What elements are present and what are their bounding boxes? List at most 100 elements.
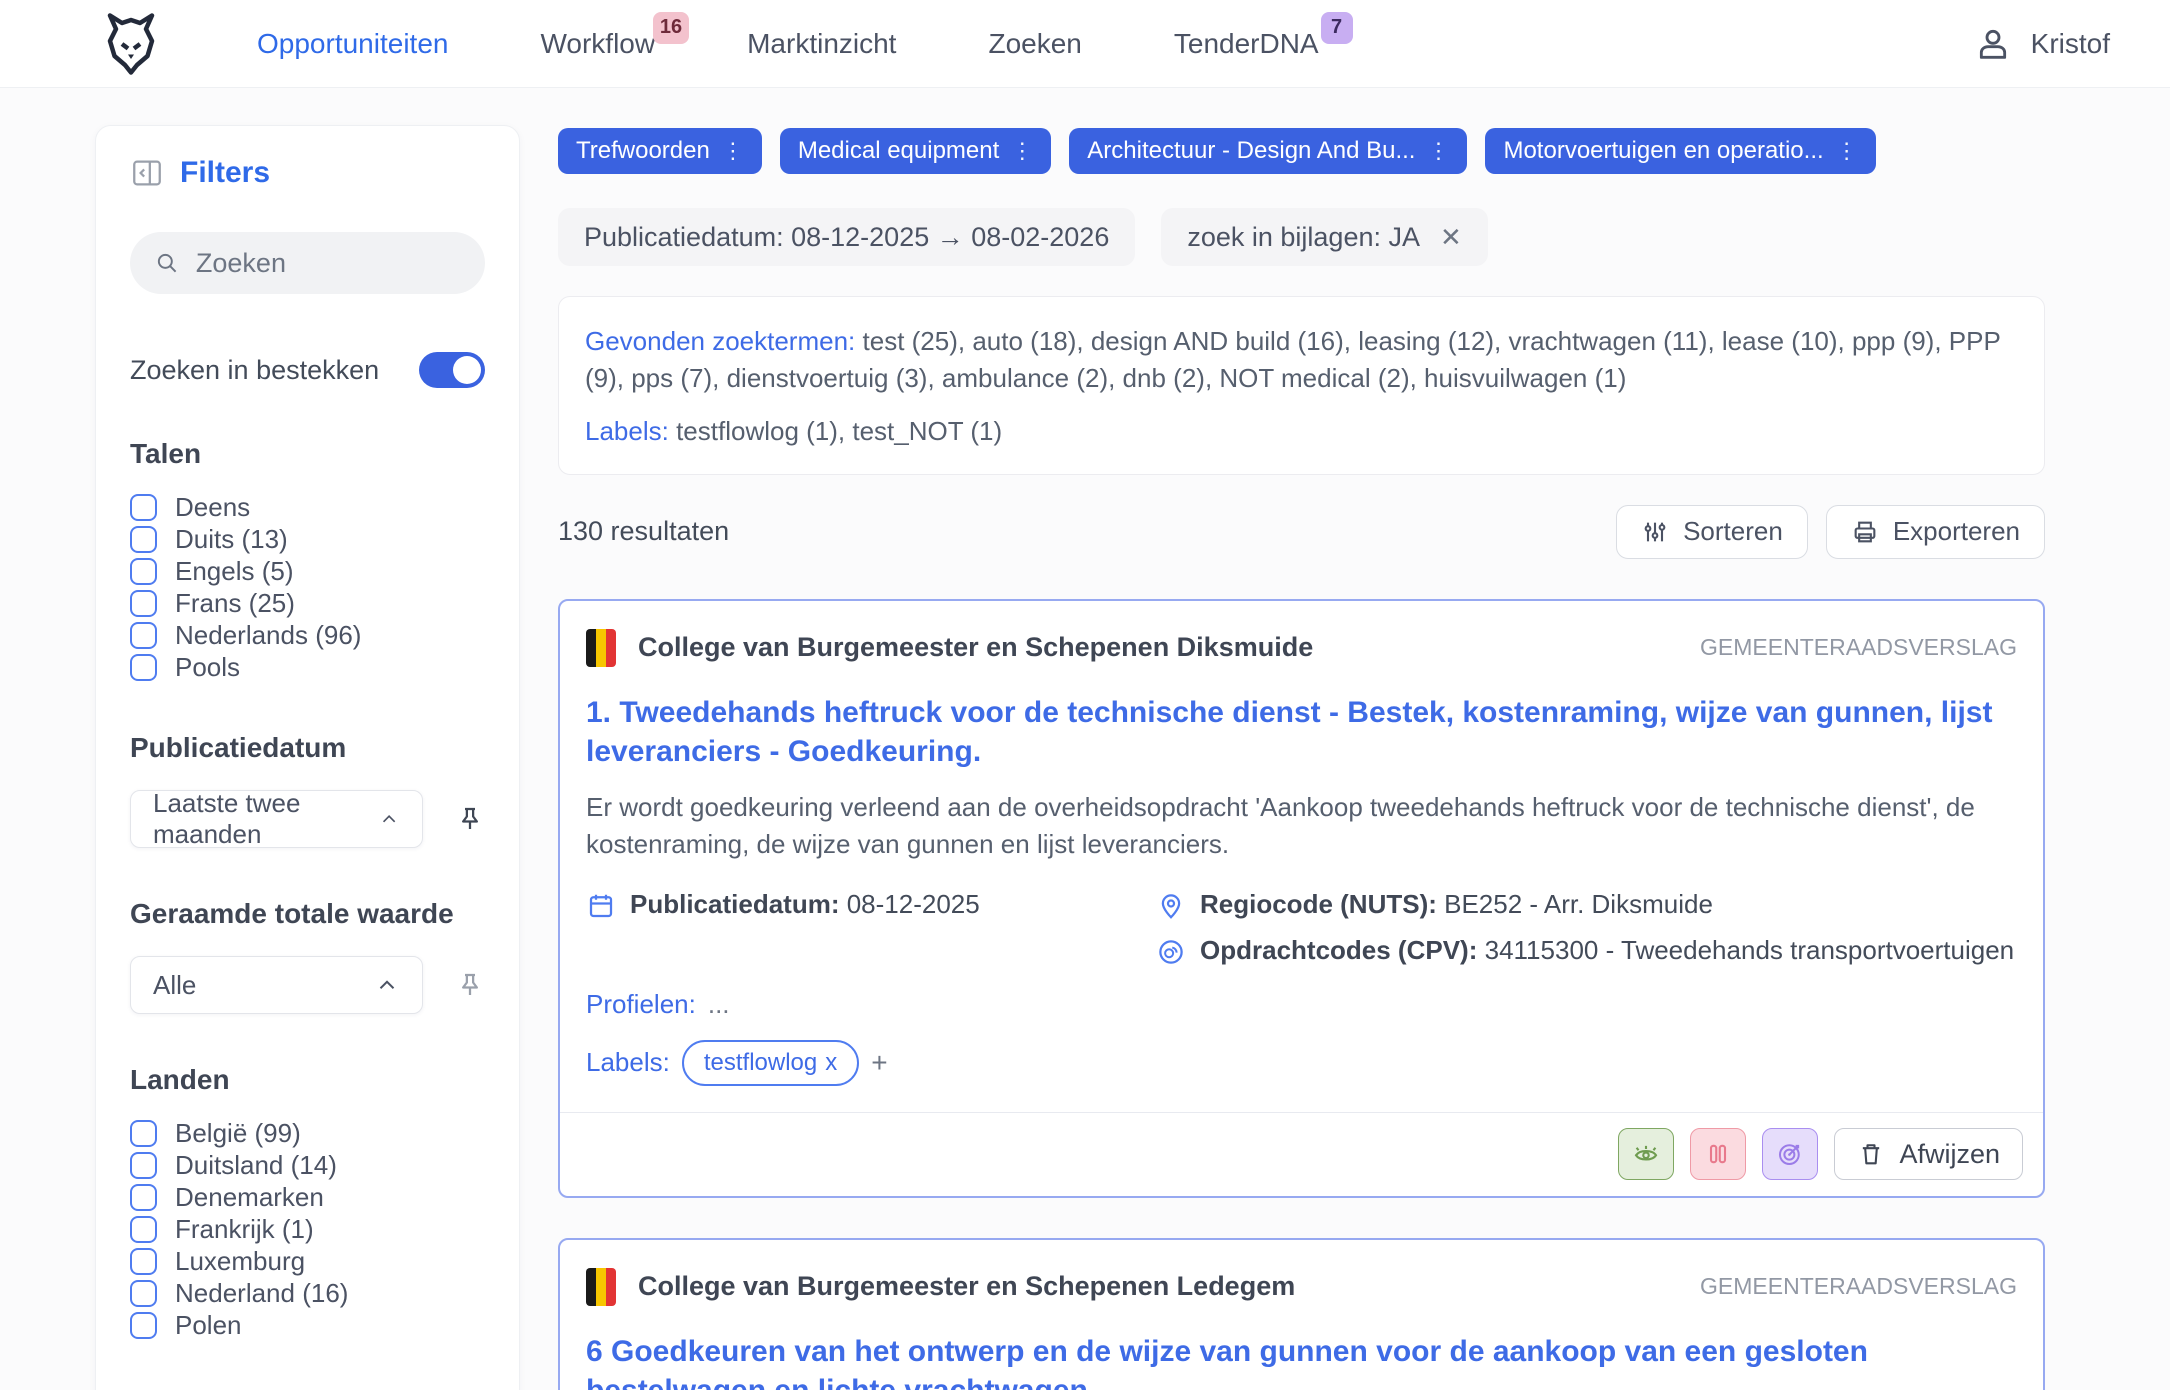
kebab-icon[interactable]: ⋮ (722, 140, 744, 162)
checkbox-duitsland[interactable]: Duitsland (14) (130, 1150, 485, 1180)
pub-date-value: 08-12-2025 (847, 889, 980, 919)
label-chip-testflowlog[interactable]: testflowlog x (682, 1040, 859, 1086)
checkbox-frans[interactable]: Frans (25) (130, 588, 485, 618)
result-card: College van Burgemeester en Schepenen Di… (558, 599, 2045, 1198)
filters-sidebar: Filters Zoeken in bestekken Talen Deens … (95, 125, 520, 1390)
belgium-flag-icon (586, 629, 616, 667)
user-menu[interactable]: Kristof (1973, 24, 2110, 64)
nuts-label: Regiocode (NUTS): (1200, 889, 1437, 919)
collapse-panel-icon[interactable] (130, 156, 164, 190)
talen-list: Deens Duits (13) Engels (5) Frans (25) N… (130, 492, 485, 682)
document-type: GEMEENTERAADSVERSLAG (1700, 1273, 2017, 1300)
talen-heading: Talen (130, 438, 485, 470)
chip-medical-equipment[interactable]: Medical equipment⋮ (780, 128, 1051, 174)
chip-motorvoertuigen[interactable]: Motorvoertuigen en operatio...⋮ (1485, 128, 1875, 174)
card-labels-label: Labels: (586, 1047, 670, 1078)
checkbox-polen[interactable]: Polen (130, 1310, 485, 1340)
nav-opportuniteiten[interactable]: Opportuniteiten (257, 28, 448, 60)
workflow-count-badge: 16 (653, 12, 689, 44)
checkbox-duits[interactable]: Duits (13) (130, 524, 485, 554)
nav-items: Opportuniteiten Workflow 16 Marktinzicht… (257, 28, 1319, 60)
search-icon (154, 248, 180, 278)
publicatiedatum-heading: Publicatiedatum (130, 732, 485, 764)
kebab-icon[interactable]: ⋮ (1011, 140, 1033, 162)
checkbox-denemarken[interactable]: Denemarken (130, 1182, 485, 1212)
attachments-pill[interactable]: zoek in bijlagen: JA ✕ (1161, 208, 1487, 266)
result-title-link[interactable]: 1. Tweedehands heftruck voor de technisc… (586, 693, 2017, 771)
pub-date-label: Publicatiedatum: (630, 889, 839, 919)
kebab-icon[interactable]: ⋮ (1427, 140, 1449, 162)
columns-icon (1704, 1140, 1732, 1168)
chevron-up-icon (378, 806, 400, 832)
result-title-link[interactable]: 6 Goedkeuren van het ontwerp en de wijze… (586, 1332, 2017, 1390)
search-summary-box: Gevonden zoektermen: test (25), auto (18… (558, 296, 2045, 475)
wolf-logo-icon[interactable] (95, 8, 167, 80)
profielen-label[interactable]: Profielen: (586, 989, 696, 1020)
publicatiedatum-dropdown[interactable]: Laatste twee maanden (130, 790, 423, 848)
chip-trefwoorden[interactable]: Trefwoorden⋮ (558, 128, 762, 174)
results-count: 130 resultaten (558, 516, 729, 547)
checkbox-nederlands[interactable]: Nederlands (96) (130, 620, 485, 650)
filter-pills: Publicatiedatum: 08-12-2025 → 08-02-2026… (558, 208, 2045, 266)
belgium-flag-icon (586, 1268, 616, 1306)
result-description: Er wordt goedkeuring verleend aan de ove… (586, 789, 2017, 863)
nav-zoeken[interactable]: Zoeken (988, 28, 1081, 60)
reject-button[interactable]: Afwijzen (1834, 1128, 2023, 1180)
target-button[interactable] (1762, 1128, 1818, 1180)
target-icon (1775, 1139, 1805, 1169)
top-navigation: Opportuniteiten Workflow 16 Marktinzicht… (0, 0, 2170, 88)
kanban-button[interactable] (1690, 1128, 1746, 1180)
kebab-icon[interactable]: ⋮ (1836, 140, 1858, 162)
nuts-value: BE252 - Arr. Diksmuide (1444, 889, 1713, 919)
organisation-name: College van Burgemeester en Schepenen Le… (638, 1271, 1295, 1302)
user-name: Kristof (2031, 28, 2110, 60)
sort-button[interactable]: Sorteren (1616, 505, 1808, 559)
cpv-code-icon (1156, 937, 1186, 967)
landen-heading: Landen (130, 1064, 485, 1096)
results-main: Trefwoorden⋮ Medical equipment⋮ Architec… (558, 128, 2045, 1390)
geraamde-waarde-dropdown[interactable]: Alle (130, 956, 423, 1014)
chevron-up-icon (374, 972, 400, 998)
user-icon (1973, 24, 2013, 64)
checkbox-engels[interactable]: Engels (5) (130, 556, 485, 586)
date-range-pill[interactable]: Publicatiedatum: 08-12-2025 → 08-02-2026 (558, 208, 1135, 266)
calendar-icon (586, 891, 616, 921)
eye-icon (1631, 1139, 1661, 1169)
zoektermen-label[interactable]: Gevonden zoektermen: (585, 326, 855, 356)
export-button[interactable]: Exporteren (1826, 505, 2045, 559)
checkbox-luxemburg[interactable]: Luxemburg (130, 1246, 485, 1276)
result-card: College van Burgemeester en Schepenen Le… (558, 1238, 2045, 1390)
organisation-name: College van Burgemeester en Schepenen Di… (638, 632, 1313, 663)
cpv-value: 34115300 - Tweedehands transportvoertuig… (1485, 935, 2015, 965)
nav-marktinzicht[interactable]: Marktinzicht (747, 28, 896, 60)
remove-label-icon[interactable]: x (825, 1049, 837, 1077)
sliders-icon (1641, 518, 1669, 546)
nav-tenderdna[interactable]: TenderDNA 7 (1174, 28, 1319, 60)
labels-label[interactable]: Labels: (585, 416, 669, 446)
pin-icon[interactable] (455, 804, 485, 834)
add-label-button[interactable]: + (871, 1047, 887, 1079)
checkbox-frankrijk[interactable]: Frankrijk (1) (130, 1214, 485, 1244)
filters-title: Filters (180, 156, 270, 190)
zoeken-in-bestekken-toggle[interactable] (419, 352, 485, 388)
close-icon[interactable]: ✕ (1440, 222, 1462, 253)
nav-workflow[interactable]: Workflow 16 (540, 28, 655, 60)
chip-architectuur[interactable]: Architectuur - Design And Bu...⋮ (1069, 128, 1467, 174)
location-pin-icon (1156, 891, 1186, 921)
search-input[interactable] (196, 248, 461, 279)
checkbox-nederland[interactable]: Nederland (16) (130, 1278, 485, 1308)
labels-values: testflowlog (1), test_NOT (1) (676, 416, 1002, 446)
checkbox-belgie[interactable]: België (99) (130, 1118, 485, 1148)
zoeken-in-bestekken-label: Zoeken in bestekken (130, 355, 379, 386)
landen-list: België (99) Duitsland (14) Denemarken Fr… (130, 1118, 485, 1340)
cpv-label: Opdrachtcodes (CPV): (1200, 935, 1477, 965)
geraamde-waarde-heading: Geraamde totale waarde (130, 898, 485, 930)
tenderdna-count-badge: 7 (1321, 12, 1353, 44)
document-type: GEMEENTERAADSVERSLAG (1700, 634, 2017, 661)
watch-button[interactable] (1618, 1128, 1674, 1180)
pin-icon[interactable] (455, 970, 485, 1000)
printer-icon (1851, 518, 1879, 546)
sidebar-search[interactable] (130, 232, 485, 294)
checkbox-deens[interactable]: Deens (130, 492, 485, 522)
checkbox-pools[interactable]: Pools (130, 652, 485, 682)
